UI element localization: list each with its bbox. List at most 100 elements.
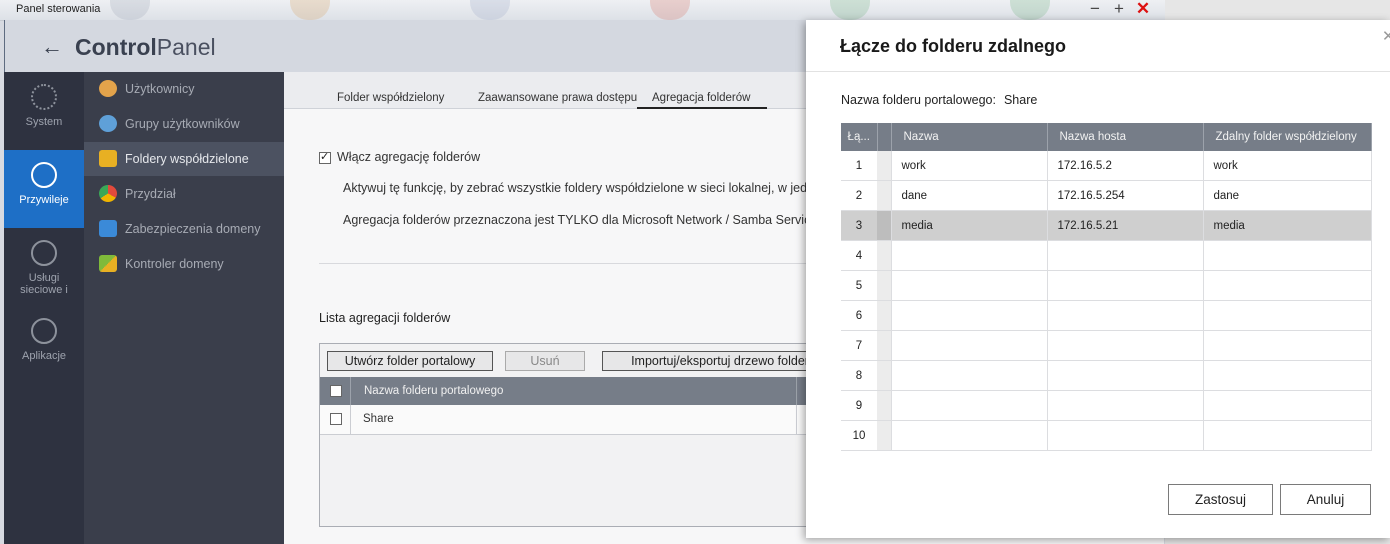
cell-remote-folder[interactable]	[1203, 240, 1372, 271]
cell-name[interactable]	[891, 330, 1048, 361]
tab-shared-folder[interactable]: Folder współdzielony	[337, 92, 444, 104]
subnav-item-shared-folders[interactable]: Foldery współdzielone	[84, 142, 284, 176]
shared-folder-icon	[99, 150, 117, 167]
create-portal-folder-button[interactable]: Utwórz folder portalowy	[327, 351, 493, 371]
cell-hostname[interactable]	[1047, 390, 1204, 421]
row-spacer	[877, 240, 892, 271]
tab-folder-aggregation[interactable]: Agregacja folderów	[637, 92, 768, 109]
row-spacer	[877, 270, 892, 301]
cell-hostname[interactable]	[1047, 270, 1204, 301]
portal-folder-value: Share	[1003, 93, 1038, 107]
table-row[interactable]: 10	[841, 420, 1372, 451]
cell-hostname[interactable]: 172.16.5.254	[1047, 180, 1204, 211]
cell-name[interactable]: dane	[891, 180, 1048, 211]
cell-hostname[interactable]: 172.16.5.2	[1047, 151, 1204, 181]
sub-navigation: Użytkownicy Grupy użytkowników Foldery w…	[84, 72, 284, 544]
subnav-item-label: Przydział	[125, 187, 176, 201]
table-header-row: Łą... Nazwa Nazwa hosta Zdalny folder ws…	[841, 123, 1372, 151]
cell-hostname[interactable]: 172.16.5.21	[1047, 210, 1204, 241]
background-app-icon	[290, 0, 330, 20]
portal-folder-name: Share	[363, 413, 394, 425]
link-number: 8	[841, 360, 877, 391]
link-number: 5	[841, 270, 877, 301]
quota-icon	[99, 185, 117, 202]
cell-remote-folder[interactable]	[1203, 420, 1372, 451]
table-row[interactable]: 5	[841, 270, 1372, 301]
row-spacer	[877, 210, 892, 241]
background-app-icon	[110, 0, 150, 20]
cell-name[interactable]	[891, 420, 1048, 451]
subnav-item-domain-controller[interactable]: Kontroler domeny	[84, 247, 284, 281]
select-all-checkbox[interactable]	[330, 385, 342, 397]
table-row[interactable]: 1 work 172.16.5.2 work	[841, 151, 1372, 181]
subnav-item-quota[interactable]: Przydział	[84, 177, 284, 211]
column-divider	[796, 405, 797, 434]
table-row[interactable]: 2 dane 172.16.5.254 dane	[841, 180, 1372, 211]
cell-hostname[interactable]	[1047, 300, 1204, 331]
gear-icon	[31, 84, 57, 110]
arrow-left-icon[interactable]: ←	[41, 34, 63, 60]
cell-name[interactable]	[891, 360, 1048, 391]
cell-name[interactable]: work	[891, 151, 1048, 181]
close-window-button[interactable]: ✕	[1133, 0, 1153, 20]
enable-aggregation-checkbox[interactable]	[319, 150, 331, 164]
subnav-item-label: Grupy użytkowników	[125, 117, 240, 131]
table-row[interactable]: 8	[841, 360, 1372, 391]
background-app-icon	[470, 0, 510, 20]
nav-item-label: Aplikacje	[21, 350, 67, 362]
cell-remote-folder[interactable]: work	[1203, 151, 1372, 181]
table-row[interactable]: 3 media 172.16.5.21 media	[841, 210, 1372, 241]
cell-name[interactable]	[891, 300, 1048, 331]
row-checkbox[interactable]	[330, 413, 342, 425]
table-row[interactable]: Share	[320, 405, 840, 435]
portal-folder-label: Nazwa folderu portalowego:	[841, 93, 996, 107]
cancel-button[interactable]: Anuluj	[1280, 484, 1371, 515]
app-title-bold: Control	[75, 34, 157, 60]
close-icon[interactable]: ✕	[1382, 27, 1390, 45]
cell-remote-folder[interactable]: media	[1203, 210, 1372, 241]
dialog-divider	[806, 71, 1390, 72]
enable-aggregation-label: Włącz agregację folderów	[337, 150, 481, 164]
delete-button[interactable]: Usuń	[505, 351, 585, 371]
table-row[interactable]: 4	[841, 240, 1372, 271]
column-header-portal-folder-name: Nazwa folderu portalowego	[364, 385, 504, 397]
nav-item-system[interactable]: System	[4, 72, 84, 150]
enable-aggregation-option[interactable]: Włącz agregację folderów	[319, 150, 480, 164]
table-row[interactable]: 6	[841, 300, 1372, 331]
portal-folder-field: Nazwa folderu portalowego: Share	[841, 93, 1037, 107]
subnav-item-user-groups[interactable]: Grupy użytkowników	[84, 107, 284, 141]
cell-remote-folder[interactable]	[1203, 390, 1372, 421]
maximize-button[interactable]: +	[1109, 0, 1129, 20]
apply-button[interactable]: Zastosuj	[1168, 484, 1273, 515]
row-spacer	[877, 330, 892, 361]
row-spacer	[877, 420, 892, 451]
cell-hostname[interactable]	[1047, 360, 1204, 391]
cell-hostname[interactable]	[1047, 240, 1204, 271]
remote-folder-link-dialog: Łącze do folderu zdalnego ✕ Nazwa folder…	[806, 20, 1390, 538]
nav-item-network-services[interactable]: Usługi sieciowe i	[4, 232, 84, 310]
cell-remote-folder[interactable]	[1203, 270, 1372, 301]
subnav-item-domain-security[interactable]: Zabezpieczenia domeny	[84, 212, 284, 246]
subnav-item-label: Użytkownicy	[125, 82, 195, 96]
cell-hostname[interactable]	[1047, 420, 1204, 451]
nav-item-applications[interactable]: Aplikacje	[4, 310, 84, 370]
table-row[interactable]: 7	[841, 330, 1372, 361]
nav-item-privileges[interactable]: Przywileje	[4, 150, 84, 228]
cell-remote-folder[interactable]	[1203, 300, 1372, 331]
background-app-icon	[830, 0, 870, 20]
cell-remote-folder[interactable]	[1203, 330, 1372, 361]
remote-links-table: Łą... Nazwa Nazwa hosta Zdalny folder ws…	[841, 123, 1372, 451]
subnav-item-users[interactable]: Użytkownicy	[84, 72, 284, 106]
cell-name[interactable]	[891, 390, 1048, 421]
cell-name[interactable]: media	[891, 210, 1048, 241]
cell-name[interactable]	[891, 240, 1048, 271]
cell-hostname[interactable]	[1047, 330, 1204, 361]
cell-remote-folder[interactable]	[1203, 360, 1372, 391]
table-row[interactable]: 9	[841, 390, 1372, 421]
cell-name[interactable]	[891, 270, 1048, 301]
subnav-item-label: Foldery współdzielone	[125, 152, 249, 166]
minimize-button[interactable]: −	[1085, 0, 1105, 20]
cell-remote-folder[interactable]: dane	[1203, 180, 1372, 211]
tab-advanced-permissions[interactable]: Zaawansowane prawa dostępu	[478, 92, 637, 104]
subnav-item-label: Kontroler domeny	[125, 257, 224, 271]
